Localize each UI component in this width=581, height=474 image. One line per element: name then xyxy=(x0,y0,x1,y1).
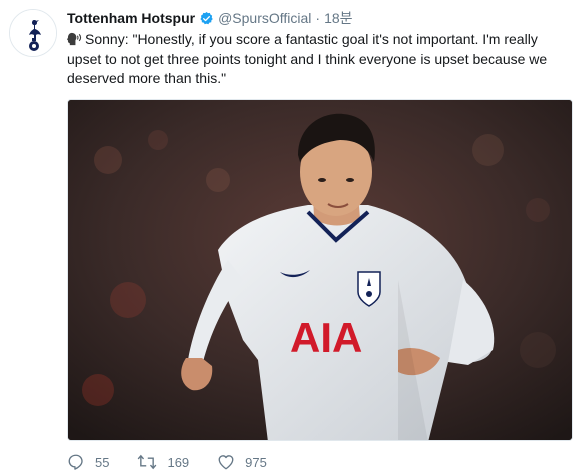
reply-icon xyxy=(68,454,83,470)
avatar[interactable] xyxy=(9,9,57,57)
verified-badge-icon xyxy=(200,11,213,24)
photo-of-player: AIA xyxy=(68,100,572,440)
handle[interactable]: @SpursOfficial xyxy=(218,10,311,26)
retweet-button[interactable]: 169 xyxy=(137,453,189,471)
tweet-header: Tottenham Hotspur @SpursOfficial · 18분 xyxy=(67,9,353,27)
tweet-actions: 55 169 975 xyxy=(67,452,295,472)
separator-dot: · xyxy=(315,10,321,26)
like-count: 975 xyxy=(245,454,267,470)
shirt-sponsor-text: AIA xyxy=(290,314,362,361)
tweet: Tottenham Hotspur @SpursOfficial · 18분 S… xyxy=(0,0,581,474)
heart-icon xyxy=(218,455,234,470)
tweet-text-line-1: Sonny: "Honestly, if you score a fantast… xyxy=(85,31,538,47)
display-name[interactable]: Tottenham Hotspur xyxy=(67,10,195,26)
reply-button[interactable]: 55 xyxy=(67,453,109,471)
retweet-count: 169 xyxy=(167,454,190,470)
tweet-text-line-3: deserved more than this." xyxy=(67,70,227,86)
tweet-text: Sonny: "Honestly, if you score a fantast… xyxy=(67,30,567,89)
retweet-icon xyxy=(138,454,157,470)
speaking-head-icon xyxy=(67,32,82,46)
spurs-logo-icon xyxy=(10,10,56,56)
tweet-media-photo[interactable]: AIA xyxy=(67,99,573,441)
timestamp[interactable]: 18분 xyxy=(324,8,352,28)
tweet-text-line-2: upset to not get three points tonight an… xyxy=(67,50,548,67)
reply-count: 55 xyxy=(95,454,110,470)
like-button[interactable]: 975 xyxy=(217,453,267,471)
